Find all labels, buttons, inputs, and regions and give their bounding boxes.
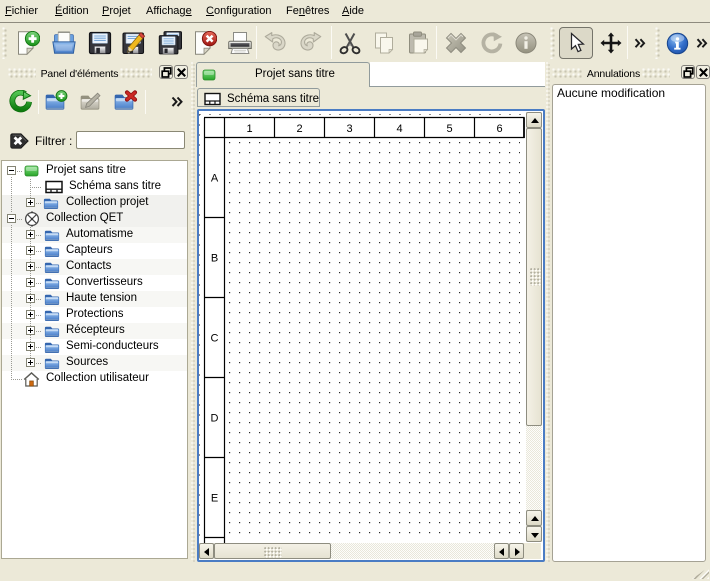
svg-text:C: C (211, 333, 219, 345)
svg-text:4: 4 (396, 123, 402, 135)
svg-text:5: 5 (446, 123, 452, 135)
svg-text:D: D (211, 413, 219, 425)
svg-text:1: 1 (246, 123, 252, 135)
svg-text:B: B (211, 253, 218, 265)
svg-text:A: A (211, 173, 219, 185)
svg-text:2: 2 (296, 123, 302, 135)
svg-text:E: E (211, 493, 218, 505)
svg-text:6: 6 (496, 123, 502, 135)
svg-text:3: 3 (346, 123, 352, 135)
